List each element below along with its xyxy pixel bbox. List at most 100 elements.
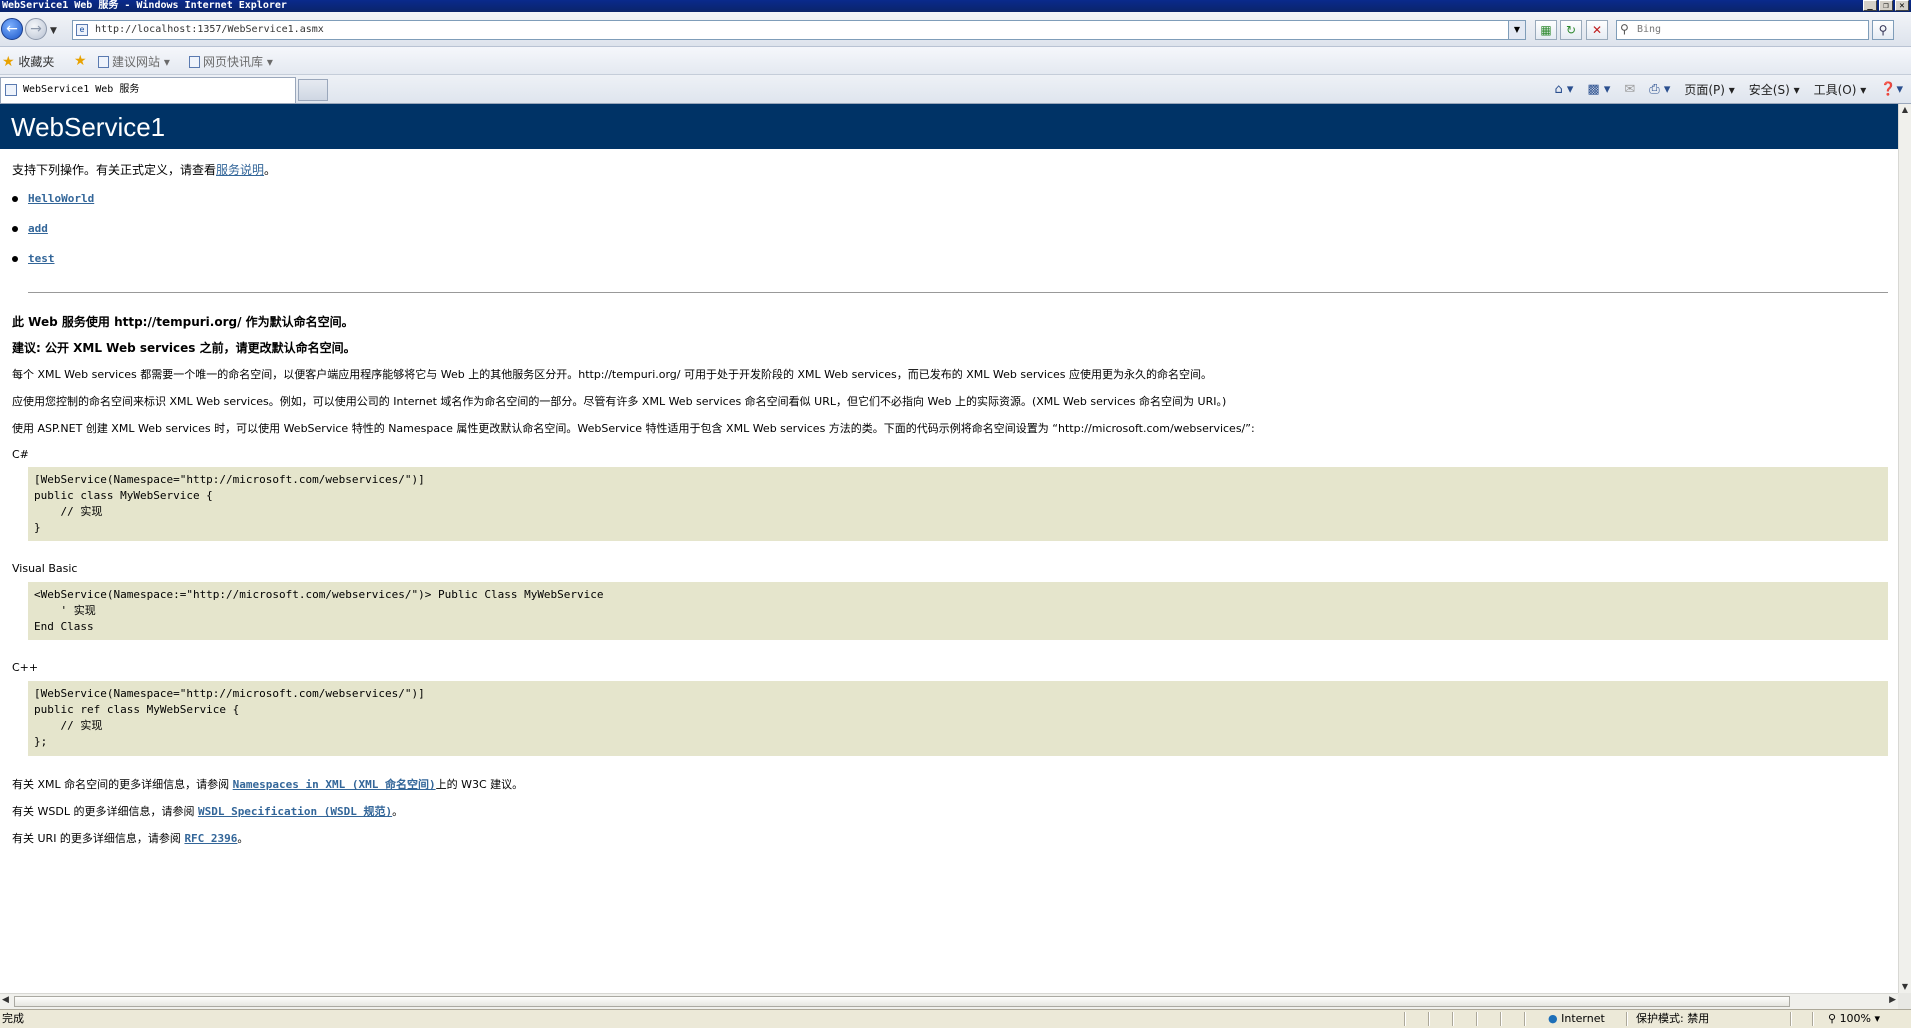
page-menu[interactable]: 页面(P) ▾ bbox=[1684, 81, 1734, 98]
help-icon[interactable]: ❓▾ bbox=[1880, 82, 1903, 97]
status-divider bbox=[1790, 1012, 1792, 1026]
namespace-paragraph-3: 使用 ASP.NET 创建 XML Web services 时，可以使用 We… bbox=[12, 422, 1255, 435]
new-tab-button[interactable] bbox=[298, 79, 328, 101]
page-icon bbox=[98, 56, 109, 68]
operation-link-helloworld[interactable]: HelloWorld bbox=[28, 192, 94, 205]
status-divider bbox=[1626, 1012, 1628, 1026]
status-divider bbox=[1476, 1012, 1478, 1026]
status-divider bbox=[1500, 1012, 1502, 1026]
recommendation-title: 建议: 公开 XML Web services 之前，请更改默认命名空间。 bbox=[12, 341, 356, 355]
scroll-up-icon[interactable]: ▲ bbox=[1899, 104, 1911, 116]
refresh-icon[interactable]: ↻ bbox=[1560, 20, 1582, 40]
operation-link-add[interactable]: add bbox=[28, 222, 48, 235]
tab-bar: WebService1 Web 服务 ⌂ ▾ ▩ ▾ ✉ ⎙ ▾ 页面(P) ▾… bbox=[0, 75, 1911, 104]
star-icon: ★ bbox=[2, 54, 15, 70]
search-box[interactable]: ⚲ Bing bbox=[1616, 20, 1869, 40]
list-item: add bbox=[12, 221, 48, 235]
intro-end: 。 bbox=[264, 163, 277, 177]
scroll-left-icon[interactable]: ◀ bbox=[2, 995, 9, 1005]
window-controls: _ ❐ ✕ bbox=[1863, 0, 1909, 11]
safety-menu[interactable]: 安全(S) ▾ bbox=[1749, 81, 1800, 98]
add-favorites-icon[interactable]: ★ bbox=[74, 53, 87, 69]
back-button[interactable]: ← bbox=[1, 18, 23, 40]
scrollbar-corner bbox=[1898, 993, 1911, 1009]
status-divider bbox=[1524, 1012, 1526, 1026]
compatibility-view-button[interactable]: ▦ bbox=[1535, 20, 1557, 40]
window-title-bar: WebService1 Web 服务 - Windows Internet Ex… bbox=[0, 0, 1911, 12]
more-info-uri: 有关 URI 的更多详细信息，请参阅 RFC 2396。 bbox=[12, 830, 248, 846]
scroll-right-icon[interactable]: ▶ bbox=[1889, 995, 1896, 1005]
tab-title: WebService1 Web 服务 bbox=[23, 84, 140, 95]
status-divider bbox=[1428, 1012, 1430, 1026]
recent-pages-dropdown[interactable]: ▼ bbox=[50, 26, 57, 36]
vertical-scrollbar[interactable]: ▲ ▼ bbox=[1898, 104, 1911, 993]
more-info-text: 有关 XML 命名空间的更多详细信息，请参阅 bbox=[12, 778, 233, 791]
address-toolbar: ← → ▼ e http://localhost:1357/WebService… bbox=[0, 12, 1911, 47]
page-icon: e bbox=[76, 24, 88, 36]
zoom-icon: ⚲ bbox=[1828, 1012, 1837, 1025]
status-divider bbox=[1404, 1012, 1406, 1026]
suggested-sites-label: 建议网站 ▾ bbox=[112, 55, 170, 69]
favorites-button[interactable]: ★ 收藏夹 bbox=[2, 53, 54, 70]
forward-button[interactable]: → bbox=[25, 18, 47, 40]
namespace-paragraph-1: 每个 XML Web services 都需要一个唯一的命名空间，以便客户端应用… bbox=[12, 368, 1213, 381]
status-text: 完成 bbox=[2, 1012, 24, 1025]
address-dropdown-button[interactable]: ▼ bbox=[1508, 21, 1525, 39]
list-item: test bbox=[12, 251, 55, 265]
wsdl-spec-link[interactable]: WSDL Specification (WSDL 规范) bbox=[198, 805, 392, 818]
xml-namespaces-link[interactable]: Namespaces in XML (XML 命名空间) bbox=[233, 778, 436, 791]
address-url[interactable]: http://localhost:1357/WebService1.asmx bbox=[95, 24, 324, 35]
more-info-text: 有关 WSDL 的更多详细信息，请参阅 bbox=[12, 805, 198, 818]
globe-icon: ● bbox=[1548, 1012, 1558, 1025]
security-zone: ● Internet bbox=[1548, 1010, 1605, 1027]
page-banner: WebService1 bbox=[0, 104, 1898, 149]
status-divider bbox=[1812, 1012, 1814, 1026]
code-text: [WebService(Namespace="http://microsoft.… bbox=[34, 687, 425, 748]
restore-button[interactable]: ❐ bbox=[1879, 0, 1893, 11]
operation-link-test[interactable]: test bbox=[28, 252, 55, 265]
more-info-text: 有关 URI 的更多详细信息，请参阅 bbox=[12, 832, 185, 845]
code-language-csharp: C# bbox=[12, 448, 29, 461]
code-sample-vb: <WebService(Namespace:="http://microsoft… bbox=[28, 582, 1888, 640]
page-icon bbox=[5, 84, 17, 96]
tab-webservice1[interactable]: WebService1 Web 服务 bbox=[0, 77, 296, 103]
print-icon[interactable]: ⎙ ▾ bbox=[1649, 82, 1670, 97]
read-mail-icon[interactable]: ✉ bbox=[1624, 82, 1635, 97]
close-button[interactable]: ✕ bbox=[1895, 0, 1909, 11]
minimize-button[interactable]: _ bbox=[1863, 0, 1877, 11]
home-icon[interactable]: ⌂ ▾ bbox=[1555, 82, 1574, 97]
protected-mode-status: 保护模式: 禁用 bbox=[1636, 1012, 1710, 1025]
code-text: [WebService(Namespace="http://microsoft.… bbox=[34, 473, 425, 534]
page-icon bbox=[189, 56, 200, 68]
zoom-level[interactable]: ⚲ 100% ▾ bbox=[1828, 1010, 1880, 1027]
stop-icon[interactable]: ✕ bbox=[1586, 20, 1608, 40]
code-sample-csharp: [WebService(Namespace="http://microsoft.… bbox=[28, 467, 1888, 541]
window-title: WebService1 Web 服务 - Windows Internet Ex… bbox=[2, 0, 287, 11]
command-bar: ⌂ ▾ ▩ ▾ ✉ ⎙ ▾ 页面(P) ▾ 安全(S) ▾ 工具(O) ▾ ❓▾ bbox=[1555, 81, 1904, 98]
namespace-paragraph-2: 应使用您控制的命名空间来标识 XML Web services。例如，可以使用公… bbox=[12, 395, 1227, 408]
service-description-link[interactable]: 服务说明 bbox=[216, 163, 264, 177]
status-bar: 完成 ● Internet 保护模式: 禁用 ⚲ 100% ▾ bbox=[0, 1009, 1911, 1028]
code-sample-cpp: [WebService(Namespace="http://microsoft.… bbox=[28, 681, 1888, 756]
intro-text: 支持下列操作。有关正式定义，请查看 bbox=[12, 163, 217, 177]
more-info-text: 。 bbox=[237, 832, 249, 845]
favorites-bar: ★ 收藏夹 ★ 建议网站 ▾ 网页快讯库 ▾ bbox=[0, 47, 1911, 75]
tools-menu[interactable]: 工具(O) ▾ bbox=[1814, 81, 1867, 98]
feeds-icon[interactable]: ▩ ▾ bbox=[1587, 82, 1610, 97]
web-slice-gallery-link[interactable]: 网页快讯库 ▾ bbox=[189, 53, 273, 70]
scroll-down-icon[interactable]: ▼ bbox=[1899, 981, 1911, 993]
divider bbox=[28, 292, 1888, 293]
rfc-2396-link[interactable]: RFC 2396 bbox=[184, 832, 237, 845]
suggested-sites-link[interactable]: 建议网站 ▾ bbox=[98, 53, 170, 70]
scroll-thumb[interactable] bbox=[14, 996, 1790, 1007]
more-info-wsdl: 有关 WSDL 的更多详细信息，请参阅 WSDL Specification (… bbox=[12, 803, 403, 819]
namespace-notice-title: 此 Web 服务使用 http://tempuri.org/ 作为默认命名空间。 bbox=[12, 315, 354, 329]
code-language-cpp: C++ bbox=[12, 661, 39, 674]
search-go-button[interactable]: ⚲ bbox=[1872, 20, 1894, 40]
zoom-value: 100% bbox=[1839, 1012, 1872, 1025]
address-bar[interactable]: e http://localhost:1357/WebService1.asmx… bbox=[72, 20, 1526, 40]
code-language-vb: Visual Basic bbox=[12, 562, 78, 575]
horizontal-scrollbar[interactable]: ◀ ▶ bbox=[0, 993, 1898, 1009]
more-info-xml: 有关 XML 命名空间的更多详细信息，请参阅 Namespaces in XML… bbox=[12, 776, 523, 792]
search-placeholder: Bing bbox=[1637, 24, 1662, 35]
